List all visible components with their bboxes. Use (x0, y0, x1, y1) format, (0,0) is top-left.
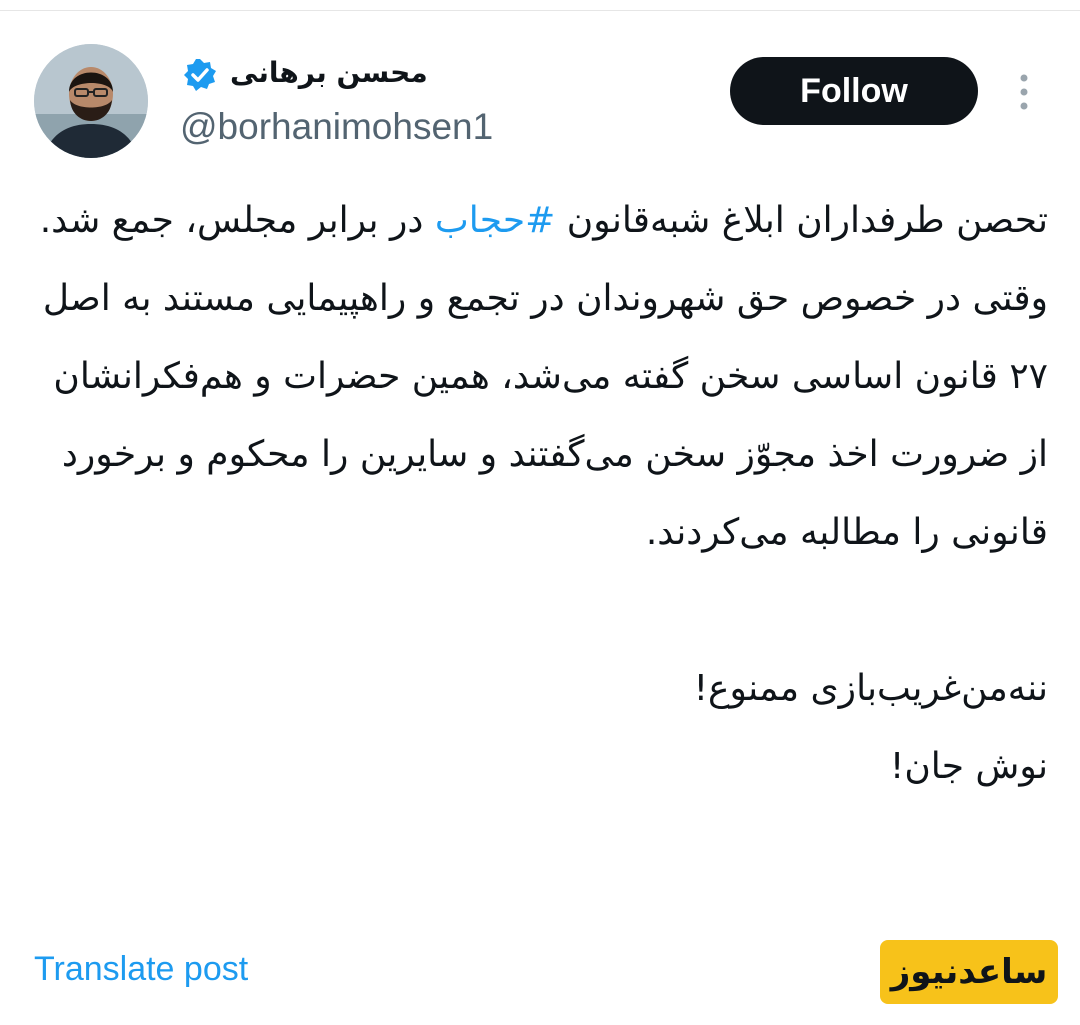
tweet-paragraph-1: تحصن طرفداران ابلاغ شبه‌قانون #حجاب در ب… (30, 182, 1048, 260)
tweet-paragraph-3: ننه‌من‌غریب‌بازی ممنوع! (693, 668, 1048, 709)
tweet-paragraph-2: وقتی در خصوص حق شهروندان در تجمع و راهپی… (42, 278, 1048, 553)
watermark-logo: ساعدنیوز (880, 940, 1058, 1004)
follow-button[interactable]: Follow (730, 57, 978, 125)
avatar-photo-icon (34, 44, 148, 158)
author-handle[interactable]: @borhanimohsen1 (180, 106, 493, 148)
tweet-text-segment: تحصن طرفداران ابلاغ شبه‌قانون (555, 200, 1048, 241)
tweet-text-segment: در برابر مجلس، جمع شد. (39, 200, 435, 241)
author-name[interactable]: محسن برهانی (230, 56, 490, 89)
top-divider (0, 0, 1080, 11)
hashtag-link[interactable]: #حجاب (435, 200, 556, 241)
translate-post-link[interactable]: Translate post (34, 950, 248, 989)
more-vertical-icon[interactable] (1010, 70, 1038, 114)
verified-badge-icon (184, 59, 216, 91)
author-avatar[interactable] (34, 44, 148, 158)
tweet-text: تحصن طرفداران ابلاغ شبه‌قانون #حجاب در ب… (30, 182, 1048, 806)
tweet-paragraph-4: نوش جان! (889, 746, 1048, 787)
